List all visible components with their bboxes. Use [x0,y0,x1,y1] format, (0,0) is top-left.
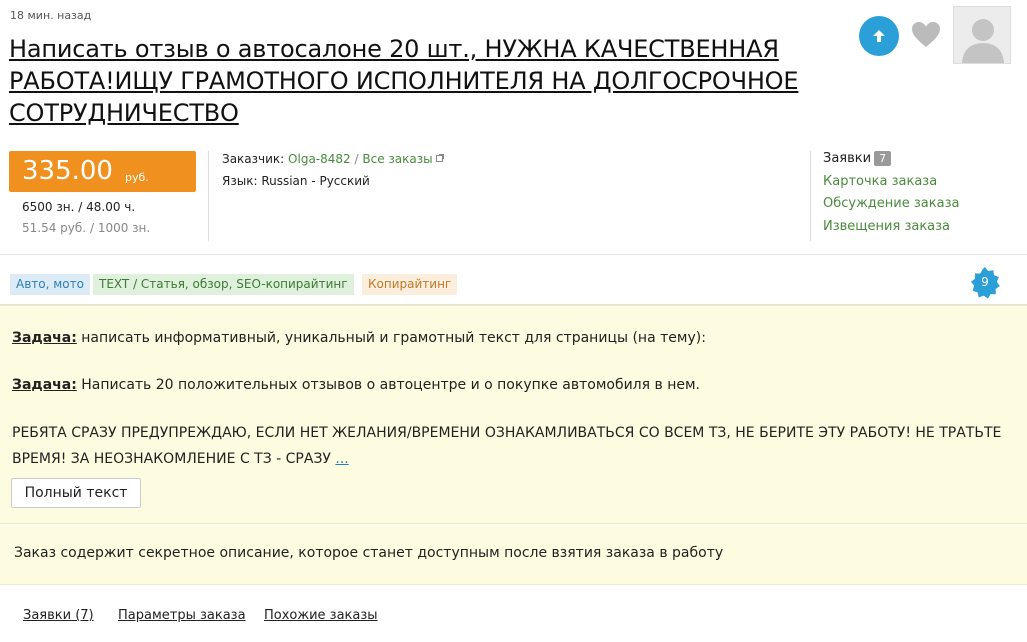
task-text-2: Написать 20 положительных отзывов о авто… [76,377,700,393]
tab-similar-orders[interactable]: Похожие заказы [264,608,378,623]
customer-name-link[interactable]: Olga-8482 [288,152,351,166]
customer-avatar[interactable] [953,6,1011,64]
task-line-2: Задача: Написать 20 положительных отзыво… [12,373,700,397]
customer-row: Заказчик: Olga-8482 / Все заказы [222,152,445,166]
rate-per-1000: 51.54 руб. / 1000 зн. [22,221,150,235]
customer-label: Заказчик: [222,152,285,166]
task-text-1: написать информативный, уникальный и гра… [76,330,706,346]
price-box: 335.00 руб. [9,151,196,192]
task-body-text: РЕБЯТА СРАЗУ ПРЕДУПРЕЖДАЮ, ЕСЛИ НЕТ ЖЕЛА… [12,425,1002,467]
rate-unit: 1000 зн. [97,221,151,235]
language-label: Язык: [222,174,258,188]
price-currency: руб. [125,171,149,184]
secret-notice-area: Заказ содержит секретное описание, котор… [0,525,1027,585]
divider [0,254,1027,255]
raise-button[interactable] [859,16,899,56]
customer-separator: / [354,152,359,166]
tag-type[interactable]: TEXT / Статья, обзор, SEO-копирайтинг [93,274,354,295]
tab-order-parameters[interactable]: Параметры заказа [118,608,246,623]
divider [208,151,209,241]
full-text-button[interactable]: Полный текст [11,478,141,508]
heart-icon [912,22,940,47]
order-card-link[interactable]: Карточка заказа [823,174,937,189]
bids-count-badge: 7 [874,151,892,166]
deadline-hours: 48.00 ч. [86,200,136,214]
external-link-icon [436,154,445,162]
bids-label: Заявки [823,151,872,166]
secret-notice: Заказ содержит секретное описание, котор… [14,545,724,561]
char-count: 6500 зн. [22,200,75,214]
arrow-up-icon [873,30,885,42]
order-title[interactable]: Написать отзыв о автосалоне 20 шт., НУЖН… [9,33,849,129]
badge-count: 9 [981,275,989,289]
user-silhouette-icon [954,7,1010,63]
price-value: 335.00 [22,156,113,186]
bids-star-badge: 9 [968,266,1002,300]
language-row: Язык: Russian - Русский [222,174,370,188]
all-orders-link[interactable]: Все заказы [362,152,432,166]
language-value: Russian - Русский [261,174,370,188]
task-body: РЕБЯТА СРАЗУ ПРЕДУПРЕЖДАЮ, ЕСЛИ НЕТ ЖЕЛА… [12,420,1002,472]
task-line-1: Задача: написать информативный, уникальн… [12,326,706,350]
task-label: Задача: [12,377,77,393]
task-description: Задача: написать информативный, уникальн… [0,305,1027,524]
more-link[interactable]: ... [335,451,348,467]
rate-value: 51.54 руб. [22,221,87,235]
tag-category[interactable]: Авто, мото [10,274,90,295]
order-page: 18 мин. назад Написать отзыв о автосалон… [0,0,1027,642]
order-notifications-link[interactable]: Извещения заказа [823,219,950,234]
tag-section[interactable]: Копирайтинг [362,274,458,295]
order-discussion-link[interactable]: Обсуждение заказа [823,196,959,211]
tab-bids[interactable]: Заявки (7) [23,608,94,623]
favorite-button[interactable] [910,20,942,50]
volume-deadline: 6500 зн. / 48.00 ч. [22,200,135,214]
posted-time: 18 мин. назад [10,9,92,22]
task-label: Задача: [12,330,77,346]
divider [810,151,811,241]
bids-link[interactable]: Заявки 7 [823,151,892,166]
